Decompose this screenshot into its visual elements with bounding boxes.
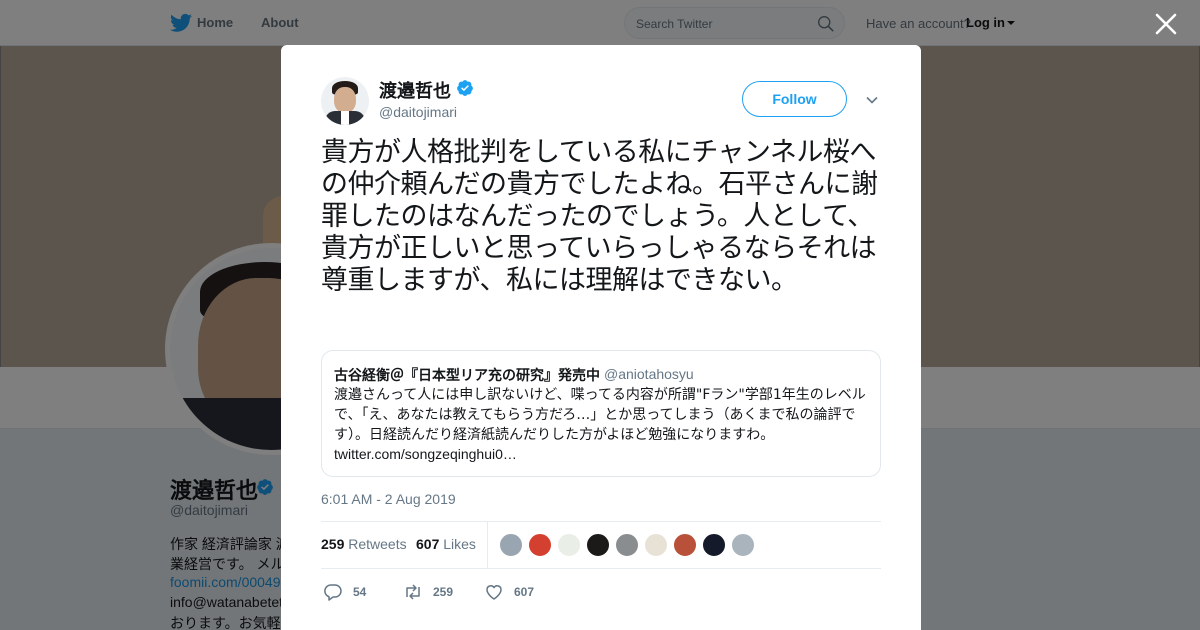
divider — [487, 522, 488, 568]
like-count: 607 — [416, 536, 440, 552]
liker-avatar[interactable] — [586, 533, 610, 557]
liker-avatar[interactable] — [644, 533, 668, 557]
liker-avatar[interactable] — [499, 533, 523, 557]
quoted-tweet-text: 渡邉さんって人には申し訳ないけど、喋ってる内容が所謂"Fラン"学部1年生のレベル… — [334, 387, 866, 443]
reply-count: 54 — [353, 585, 367, 599]
heart-icon — [486, 585, 502, 600]
retweet-icon — [406, 584, 420, 600]
like-button[interactable]: 607 — [484, 583, 544, 601]
author-name[interactable]: 渡邉哲也 — [379, 77, 451, 103]
chevron-down-icon[interactable] — [865, 93, 879, 107]
retweet-action-count: 259 — [433, 585, 454, 599]
retweet-button[interactable]: 259 — [403, 583, 463, 601]
tweet-text: 貴方が人格批判をしている私にチャンネル桜への仲介頼んだの貴方でしたよね。石平さん… — [321, 137, 878, 296]
tweet-timestamp[interactable]: 6:01 AM - 2 Aug 2019 — [321, 491, 456, 507]
divider — [321, 568, 881, 569]
reply-button[interactable]: 54 — [323, 583, 383, 601]
liker-avatar[interactable] — [731, 533, 755, 557]
liker-avatar[interactable] — [528, 533, 552, 557]
like-stats[interactable]: 607 Likes — [416, 536, 476, 552]
like-action-count: 607 — [514, 585, 535, 599]
close-icon[interactable] — [1154, 12, 1178, 36]
liker-avatar[interactable] — [673, 533, 697, 557]
verified-badge-icon — [457, 80, 473, 96]
author-avatar[interactable] — [321, 77, 369, 125]
divider — [321, 521, 881, 522]
retweet-label: Retweets — [348, 536, 407, 552]
quoted-tweet-link[interactable]: twitter.com/songzeqinghui0… — [334, 446, 517, 462]
liker-avatar[interactable] — [615, 533, 639, 557]
follow-button[interactable]: Follow — [742, 81, 847, 117]
author-handle[interactable]: @daitojimari — [379, 104, 457, 120]
retweet-stats[interactable]: 259 Retweets — [321, 536, 407, 552]
liker-avatar[interactable] — [557, 533, 581, 557]
like-label: Likes — [443, 536, 476, 552]
tweet-modal: 渡邉哲也 @daitojimari Follow 貴方が人格批判をしている私にチ… — [281, 45, 921, 630]
liker-avatar[interactable] — [702, 533, 726, 557]
retweet-count: 259 — [321, 536, 345, 552]
reply-icon — [324, 584, 342, 601]
quoted-author-handle: @aniotahosyu — [604, 366, 694, 382]
quoted-author-name: 古谷経衡＠『日本型リア充の研究』発売中 — [334, 368, 600, 384]
quoted-tweet[interactable]: 古谷経衡＠『日本型リア充の研究』発売中 @aniotahosyu 渡邉さんって人… — [321, 350, 881, 477]
